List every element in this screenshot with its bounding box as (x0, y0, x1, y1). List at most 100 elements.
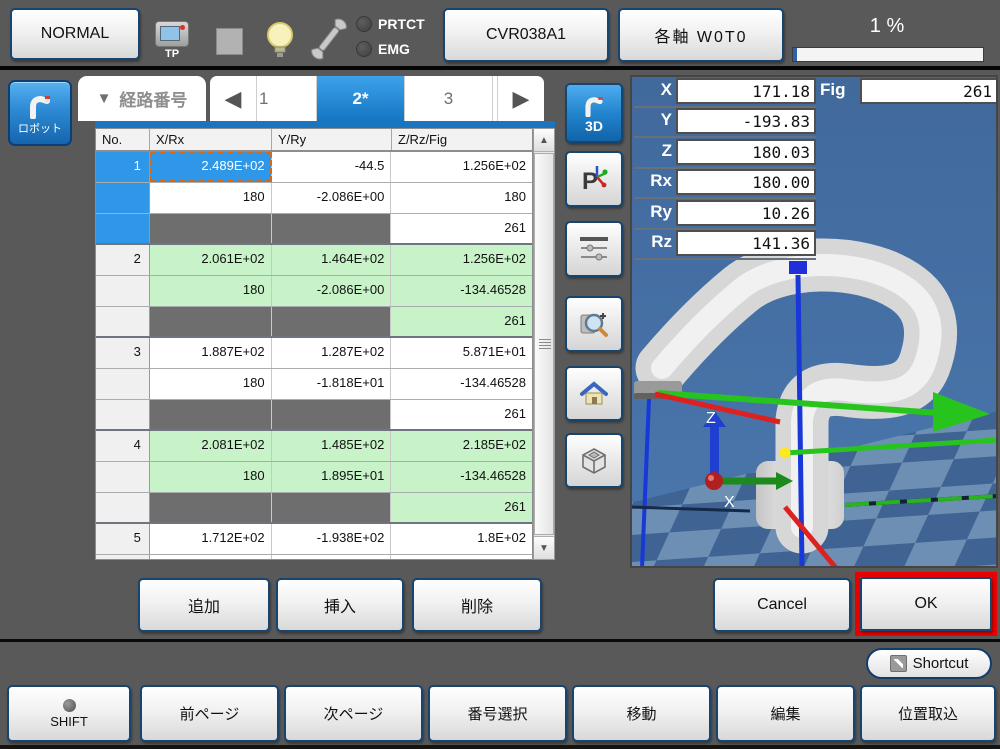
row-number-cell[interactable]: 1 (96, 152, 150, 182)
number-select-button[interactable]: 番号選択 (428, 685, 567, 742)
row-number-cell[interactable] (96, 555, 150, 560)
shortcut-button[interactable]: Shortcut (866, 648, 992, 679)
path-tab-1[interactable]: 1 (257, 76, 317, 121)
table-cell[interactable] (150, 400, 272, 429)
robot-panel-button[interactable]: ロボット (8, 80, 72, 146)
table-cell[interactable]: 1.895E+01 (272, 462, 392, 492)
path-tab-3[interactable]: 3 (405, 76, 493, 121)
row-number-cell[interactable] (96, 307, 150, 336)
table-cell[interactable] (150, 555, 272, 560)
table-cell[interactable]: 1.485E+02 (272, 431, 392, 461)
ok-button[interactable]: OK (860, 577, 992, 631)
table-cell[interactable] (272, 555, 392, 560)
table-cell[interactable]: 261 (391, 307, 532, 336)
row-number-cell[interactable] (96, 369, 150, 399)
table-cell[interactable]: -134.46528 (391, 369, 532, 399)
table-cell[interactable] (150, 307, 272, 336)
scroll-up-button[interactable]: ▲ (534, 129, 554, 152)
table-cell[interactable]: 1.287E+02 (272, 338, 392, 368)
next-page-button[interactable]: 次ページ (284, 685, 423, 742)
tab-scroll-right-button[interactable]: ▶ (497, 76, 544, 121)
tab-scroll-left-button[interactable]: ◀ (210, 76, 257, 121)
pose-value: 171.18 (676, 78, 816, 104)
program-name-button[interactable]: CVR038A1 (443, 8, 609, 62)
path-tab-1-label: 1 (259, 89, 268, 109)
row-number-cell[interactable] (96, 462, 150, 492)
table-cell[interactable]: 1.256E+02 (391, 152, 532, 182)
table-cell[interactable]: -1.818E+01 (272, 369, 392, 399)
table-cell[interactable]: -134.46528 (391, 462, 532, 492)
row-number-cell[interactable] (96, 214, 150, 243)
move-button[interactable]: 移動 (572, 685, 711, 742)
jog-mode-button[interactable]: 各軸 W0T0 (618, 8, 784, 62)
table-cell[interactable]: 1.256E+02 (391, 245, 532, 275)
home-view-button[interactable] (565, 366, 623, 421)
svg-text:X: X (724, 494, 735, 511)
table-cell[interactable]: 2.081E+02 (150, 431, 272, 461)
table-cell[interactable]: 1.8E+02 (391, 524, 532, 554)
row-number-cell[interactable] (96, 276, 150, 306)
table-scrollbar[interactable]: ▲ ▼ (533, 128, 555, 560)
pose-value: 10.26 (676, 200, 816, 226)
table-cell[interactable]: 2.185E+02 (391, 431, 532, 461)
get-position-button[interactable]: 位置取込 (860, 685, 996, 742)
table-cell[interactable]: 261 (391, 493, 532, 522)
edit-button[interactable]: 編集 (716, 685, 855, 742)
table-cell[interactable] (272, 493, 392, 522)
display-settings-button[interactable] (565, 221, 623, 277)
view-3d-button[interactable]: 3D (565, 83, 623, 143)
table-cell[interactable]: -1.938E+02 (272, 524, 392, 554)
table-cell[interactable] (391, 555, 532, 560)
table-cell[interactable]: -2.086E+00 (272, 276, 392, 306)
table-cell[interactable]: 180 (150, 462, 272, 492)
table-cell[interactable] (272, 307, 392, 336)
scrollbar-thumb[interactable] (534, 153, 554, 535)
table-cell[interactable]: 180 (150, 369, 272, 399)
table-cell[interactable]: -2.086E+00 (272, 183, 392, 213)
row-number-cell[interactable] (96, 493, 150, 522)
table-cell[interactable] (150, 493, 272, 522)
position-axes-button[interactable]: P (565, 151, 623, 207)
table-cell[interactable]: 5.871E+01 (391, 338, 532, 368)
insert-button[interactable]: 挿入 (276, 578, 404, 632)
program-name-label: CVR038A1 (486, 26, 566, 44)
table-cell[interactable]: 1.887E+02 (150, 338, 272, 368)
row-number-cell[interactable]: 5 (96, 524, 150, 554)
scroll-down-button[interactable]: ▼ (534, 536, 554, 559)
table-cell[interactable] (272, 400, 392, 429)
table-cell[interactable]: 180 (150, 276, 272, 306)
zoom-search-button[interactable] (565, 296, 623, 352)
tp-label: TP (152, 48, 192, 60)
table-cell[interactable] (150, 214, 272, 243)
cube-view-button[interactable] (565, 433, 623, 488)
delete-button[interactable]: 削除 (412, 578, 542, 632)
table-cell[interactable]: 2.489E+02 (150, 152, 272, 182)
row-number-cell[interactable]: 2 (96, 245, 150, 275)
pose-label: X (634, 78, 672, 100)
table-cell[interactable]: 180 (391, 183, 532, 213)
table-cell[interactable]: 180 (150, 183, 272, 213)
table-row: 261 (96, 400, 532, 431)
table-cell[interactable]: 2.061E+02 (150, 245, 272, 275)
table-cell[interactable]: -134.46528 (391, 276, 532, 306)
table-cell[interactable] (272, 214, 392, 243)
add-button[interactable]: 追加 (138, 578, 270, 632)
path-number-dropdown[interactable]: ▼ 経路番号 (78, 76, 206, 121)
row-number-cell[interactable]: 4 (96, 431, 150, 461)
path-tab-2-active[interactable]: 2* (317, 76, 405, 121)
row-number-cell[interactable] (96, 183, 150, 213)
shift-button[interactable]: SHIFT (7, 685, 131, 742)
table-cell[interactable]: 1.712E+02 (150, 524, 272, 554)
table-cell[interactable]: 261 (391, 400, 532, 429)
row-number-cell[interactable] (96, 400, 150, 429)
table-cell[interactable]: -44.5 (272, 152, 392, 182)
prev-page-button[interactable]: 前ページ (140, 685, 279, 742)
pose-row-ry: Ry10.26 (634, 200, 816, 230)
row-number-cell[interactable]: 3 (96, 338, 150, 368)
table-cell[interactable]: 1.464E+02 (272, 245, 392, 275)
table-cell[interactable]: 261 (391, 214, 532, 243)
cancel-button[interactable]: Cancel (713, 578, 851, 632)
move-label: 移動 (626, 703, 656, 724)
robot-3d-viewport[interactable]: Z X X171.18Y-193.83Z180.03Rx180.00Ry10.2… (630, 75, 998, 568)
mode-normal-button[interactable]: NORMAL (10, 8, 140, 60)
